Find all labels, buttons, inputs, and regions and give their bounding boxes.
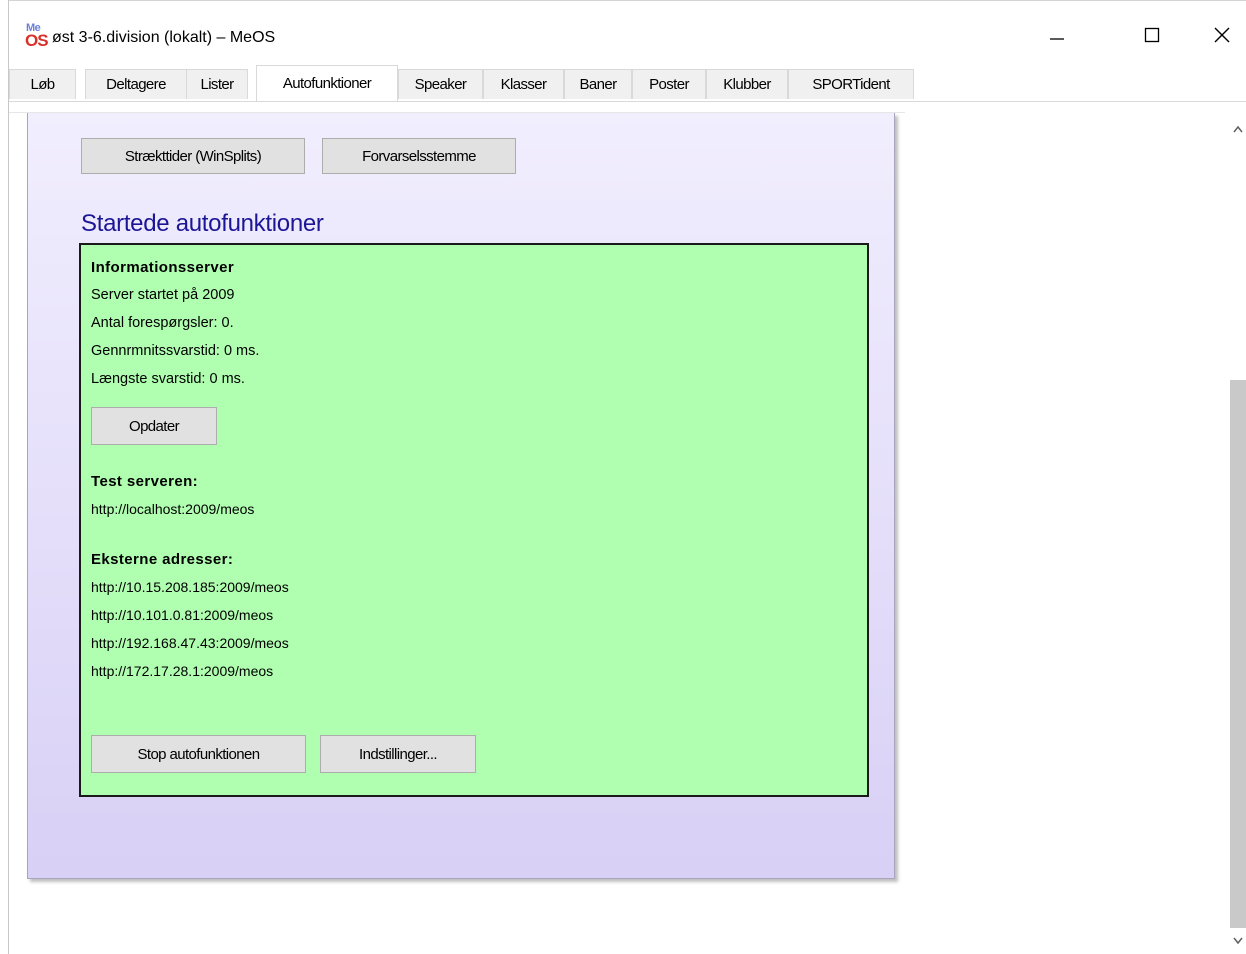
tab-lister[interactable]: Lister	[186, 69, 248, 99]
title-bar[interactable]: Me OS øst 3-6.division (lokalt) – MeOS	[9, 1, 1246, 63]
tab-lob[interactable]: Løb	[9, 69, 76, 99]
warning-voice-button[interactable]: Forvarselsstemme	[322, 138, 516, 174]
tab-poster[interactable]: Poster	[632, 69, 706, 99]
external-addresses-heading: Eksterne adresser:	[91, 551, 234, 568]
scroll-down-button[interactable]	[1230, 930, 1246, 952]
window-title: øst 3-6.division (lokalt) – MeOS	[52, 29, 276, 46]
minimize-icon	[1050, 38, 1064, 40]
tab-sportident[interactable]: SPORTident	[788, 69, 914, 99]
tab-klasser[interactable]: Klasser	[483, 69, 564, 99]
tab-deltagere[interactable]: Deltagere	[85, 69, 187, 99]
tab-autofunktioner[interactable]: Autofunktioner	[256, 65, 398, 101]
stop-autofunction-button[interactable]: Stop autofunktionen	[91, 735, 306, 773]
chevron-up-icon	[1233, 125, 1243, 133]
external-url[interactable]: http://192.168.47.43:2009/meos	[91, 635, 289, 651]
test-server-heading: Test serveren:	[91, 473, 199, 490]
test-server-url[interactable]: http://localhost:2009/meos	[91, 501, 254, 517]
split-times-winsplits-button[interactable]: Strækttider (WinSplits)	[81, 138, 305, 174]
update-button[interactable]: Opdater	[91, 407, 217, 445]
autofunctions-panel: Strækttider (WinSplits) Forvarselsstemme…	[27, 113, 895, 879]
meos-logo-icon: Me OS	[25, 22, 49, 50]
tab-klubber[interactable]: Klubber	[706, 69, 788, 99]
external-url[interactable]: http://172.17.28.1:2009/meos	[91, 663, 273, 679]
information-server-box: Informationsserver Server startet på 200…	[79, 243, 869, 797]
average-response-text: Gennrmnitssvarstid: 0 ms.	[91, 343, 260, 359]
server-started-text: Server startet på 2009	[91, 287, 235, 303]
tab-speaker[interactable]: Speaker	[398, 69, 483, 99]
tab-strip: Løb Deltagere Lister Autofunktioner Spea…	[9, 65, 1246, 102]
chevron-down-icon	[1233, 937, 1243, 945]
maximize-button[interactable]	[1129, 15, 1175, 55]
maximize-icon	[1144, 27, 1160, 43]
scrollbar-thumb[interactable]	[1230, 380, 1246, 928]
external-url[interactable]: http://10.15.208.185:2009/meos	[91, 579, 289, 595]
tab-baner[interactable]: Baner	[564, 69, 632, 99]
settings-button[interactable]: Indstillinger...	[320, 735, 476, 773]
close-icon	[1214, 27, 1230, 43]
window-left-border	[8, 0, 9, 954]
max-response-text: Længste svarstid: 0 ms.	[91, 371, 245, 387]
section-title: Startede autofunktioner	[81, 210, 324, 237]
close-button[interactable]	[1199, 15, 1245, 55]
logo-os-text: OS	[25, 31, 49, 50]
external-url[interactable]: http://10.101.0.81:2009/meos	[91, 607, 273, 623]
info-server-heading: Informationsserver	[91, 259, 235, 276]
request-count-text: Antal forespørgsler: 0.	[91, 315, 234, 331]
minimize-button[interactable]	[1034, 15, 1080, 55]
scroll-up-button[interactable]	[1230, 118, 1246, 140]
